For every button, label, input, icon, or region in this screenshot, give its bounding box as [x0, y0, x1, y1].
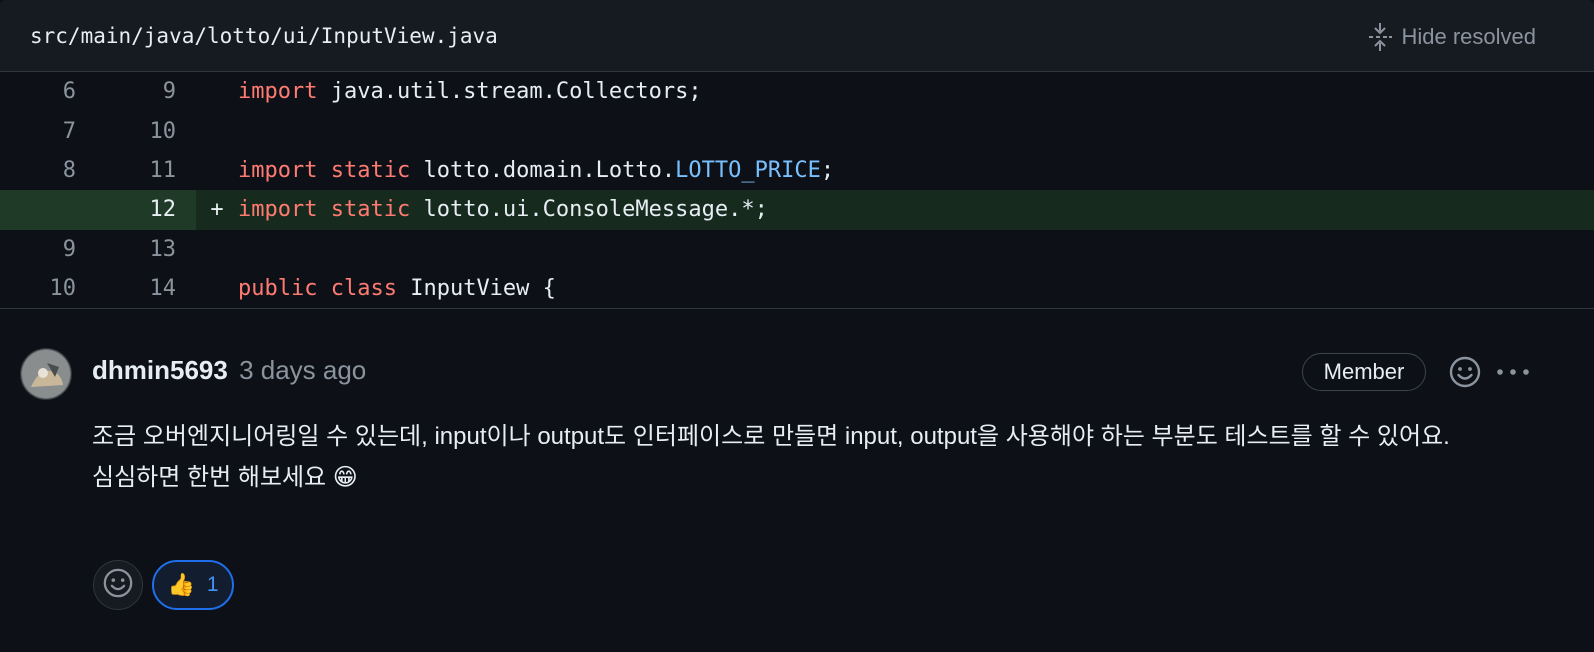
line-number-gutter: 12	[0, 190, 196, 230]
diff-marker: +	[210, 197, 224, 223]
smiley-icon	[1448, 356, 1482, 393]
code-token: InputView {	[396, 276, 556, 302]
comment-body: 조금 오버엔지니어링일 수 있는데, input이나 output도 인터페이스…	[92, 416, 1552, 498]
diff-line: 10 14 public class InputView {	[0, 269, 1594, 308]
old-line-number[interactable]: 7	[0, 119, 76, 144]
code-keyword: public	[238, 276, 318, 302]
line-number-gutter: 9 13	[0, 230, 196, 269]
role-badge: Member	[1302, 353, 1426, 391]
code-token: ;	[820, 157, 835, 183]
diff-line-added: 12 + import static lotto.ui.ConsoleMessage…	[0, 190, 1594, 230]
new-line-number[interactable]: 13	[76, 237, 177, 262]
code-keyword: class	[330, 276, 397, 302]
diff-line: 7 10	[0, 111, 1594, 150]
code-text: import java.util.stream.Collectors;	[238, 79, 702, 104]
diff-line: 6 9 import java.util.stream.Collectors;	[0, 72, 1594, 111]
line-number-gutter: 10 14	[0, 269, 196, 308]
code-keyword: static	[330, 157, 411, 183]
diff-line: 8 11 import static lotto.domain.Lotto.LOTT…	[0, 151, 1594, 190]
code-token: lotto.ui.ConsoleMessage.*;	[410, 197, 768, 223]
thumbs-up-emoji: 👍	[167, 572, 195, 597]
old-line-number[interactable]: 6	[0, 79, 76, 104]
hide-resolved-label: Hide resolved	[1401, 24, 1536, 49]
file-path[interactable]: src/main/java/lotto/ui/InputView.java	[30, 24, 498, 48]
code-text: import static lotto.ui.ConsoleMessage.*;	[238, 197, 768, 222]
file-header: src/main/java/lotto/ui/InputView.java Hi…	[0, 0, 1594, 72]
new-line-number[interactable]: 14	[76, 276, 177, 301]
diff-line: 9 13	[0, 230, 1594, 269]
line-number-gutter: 8 11	[0, 151, 196, 190]
new-line-number[interactable]: 11	[76, 158, 177, 183]
comment-timestamp[interactable]: 3 days ago	[239, 355, 366, 385]
line-number-gutter: 69	[0, 72, 196, 111]
code-keyword: import	[238, 79, 318, 105]
comment-body-line: 심심하면 한번 해보세요 😁	[92, 464, 358, 491]
code-keyword: import	[238, 197, 318, 223]
comment-header: dhmin5693 3 days ago	[92, 355, 366, 386]
code-token: lotto.domain.Lotto.	[410, 157, 676, 183]
old-line-number[interactable]: 10	[0, 276, 77, 301]
kebab-horizontal-icon	[1494, 369, 1534, 390]
code-text: public class InputView {	[238, 276, 556, 301]
reaction-count: 1	[206, 573, 219, 596]
diff-code-block: 6 9 import java.util.stream.Collectors; 7 10…	[0, 72, 1594, 310]
old-line-number[interactable]: 8	[0, 158, 76, 183]
code-text: import static lotto.domain.Lotto.LOTTO_P…	[238, 158, 834, 183]
smiley-icon	[102, 567, 134, 604]
old-line-number[interactable]: 9	[0, 237, 76, 262]
code-constant: LOTTO_PRICE	[675, 157, 821, 183]
line-number-gutter: 7 10	[0, 111, 196, 150]
add-reaction-button[interactable]	[1448, 355, 1482, 389]
code-keyword: static	[330, 197, 411, 223]
code-keyword: import	[238, 157, 318, 183]
new-line-number[interactable]: 12	[76, 197, 177, 222]
author-name[interactable]: dhmin5693	[92, 355, 228, 385]
comment-body-line: 조금 오버엔지니어링일 수 있는데, input이나 output도 인터페이스…	[92, 423, 1450, 450]
new-line-number[interactable]: 9	[76, 79, 176, 104]
more-options-button[interactable]	[1494, 358, 1534, 386]
hide-resolved-button[interactable]: Hide resolved	[1367, 22, 1536, 52]
code-token: java.util.stream.Collectors;	[317, 79, 702, 105]
unfold-icon	[1367, 22, 1393, 52]
new-line-number[interactable]: 10	[76, 119, 177, 144]
add-reaction-pill[interactable]	[93, 560, 143, 610]
thumbs-up-reaction[interactable]: 👍 1	[152, 560, 234, 610]
avatar[interactable]	[20, 348, 72, 400]
